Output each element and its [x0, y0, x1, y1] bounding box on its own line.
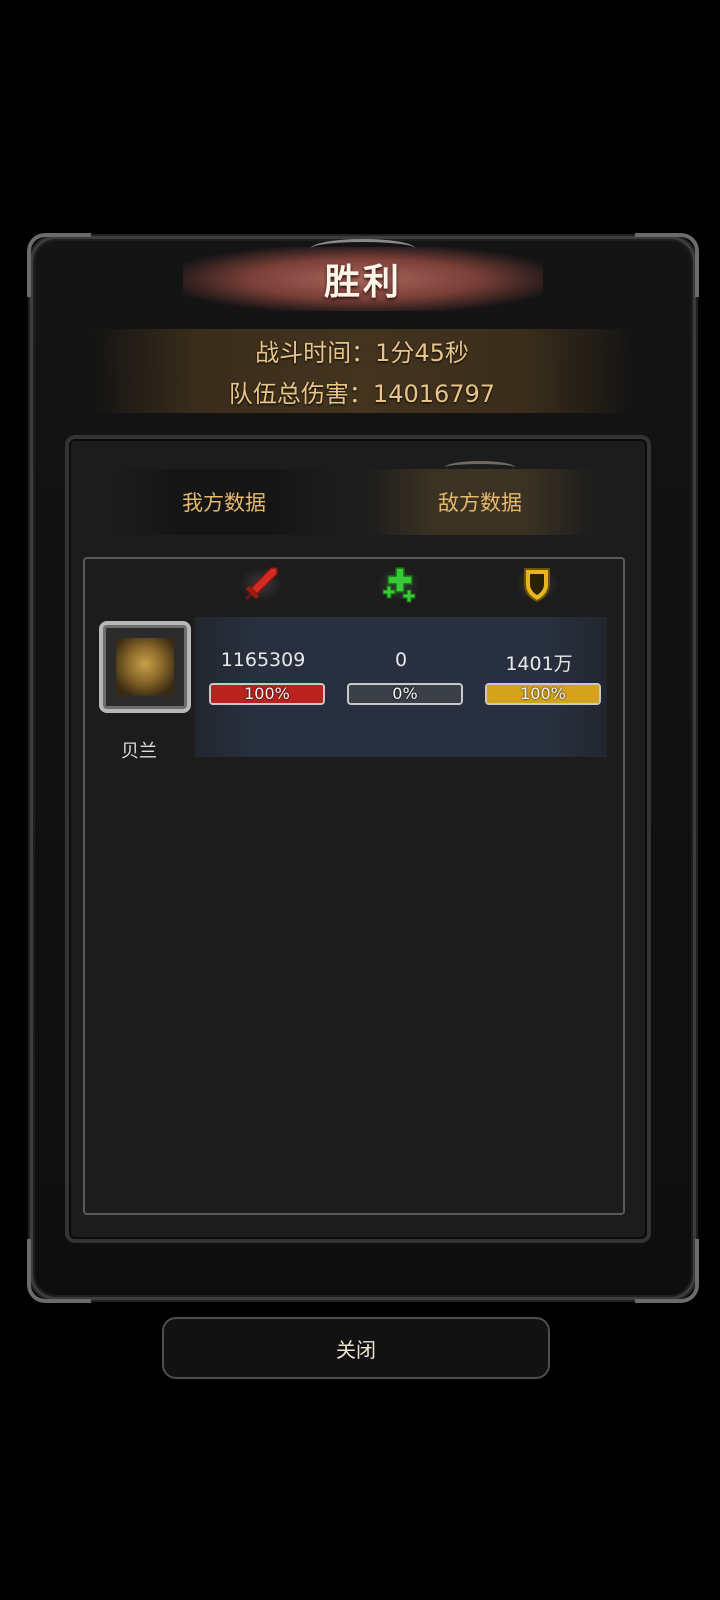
healing-bar: 0%	[347, 683, 463, 705]
corner-ornament-tl	[27, 233, 91, 297]
dragon-portrait-icon	[116, 638, 174, 696]
heal-cross-icon	[371, 561, 427, 607]
battle-result-panel: 胜利 战斗时间：1分45秒 队伍总伤害：14016797 我方数据 敌方数据 贝…	[27, 233, 699, 1303]
tanked-bar: 100%	[485, 683, 601, 705]
healing-value: 0	[394, 649, 408, 671]
tanked-value: 1401万	[505, 653, 573, 675]
hero-name: 贝兰	[121, 741, 157, 762]
corner-ornament-bl	[27, 1239, 91, 1303]
result-title: 胜利	[323, 262, 402, 303]
shield-icon	[509, 561, 565, 607]
stats-table: 贝兰 1165309 100% 0 0% 1401万 100%	[83, 557, 625, 1215]
damage-bar: 100%	[209, 683, 325, 705]
tab-our-data[interactable]: 我方数据	[109, 469, 339, 535]
sword-icon	[233, 561, 289, 607]
battle-summary: 战斗时间：1分45秒 队伍总伤害：14016797	[89, 329, 635, 413]
hero-avatar[interactable]	[99, 621, 191, 713]
stats-container: 我方数据 敌方数据 贝兰 1165309 100% 0 0% 1401万 100…	[65, 435, 651, 1243]
banner-ornament	[311, 239, 415, 258]
corner-ornament-br	[635, 1239, 699, 1303]
corner-ornament-tr	[635, 233, 699, 297]
damage-value: 1165309	[220, 649, 306, 671]
tanked-percent: 100%	[520, 684, 566, 703]
close-button[interactable]: 关闭	[162, 1317, 550, 1379]
team-damage-text: 队伍总伤害：14016797	[228, 380, 496, 408]
damage-percent: 100%	[244, 684, 290, 703]
healing-percent: 0%	[392, 684, 418, 703]
victory-banner: 胜利	[183, 239, 543, 311]
tab-enemy-data[interactable]: 敌方数据	[365, 461, 595, 535]
battle-time-text: 战斗时间：1分45秒	[255, 339, 469, 367]
